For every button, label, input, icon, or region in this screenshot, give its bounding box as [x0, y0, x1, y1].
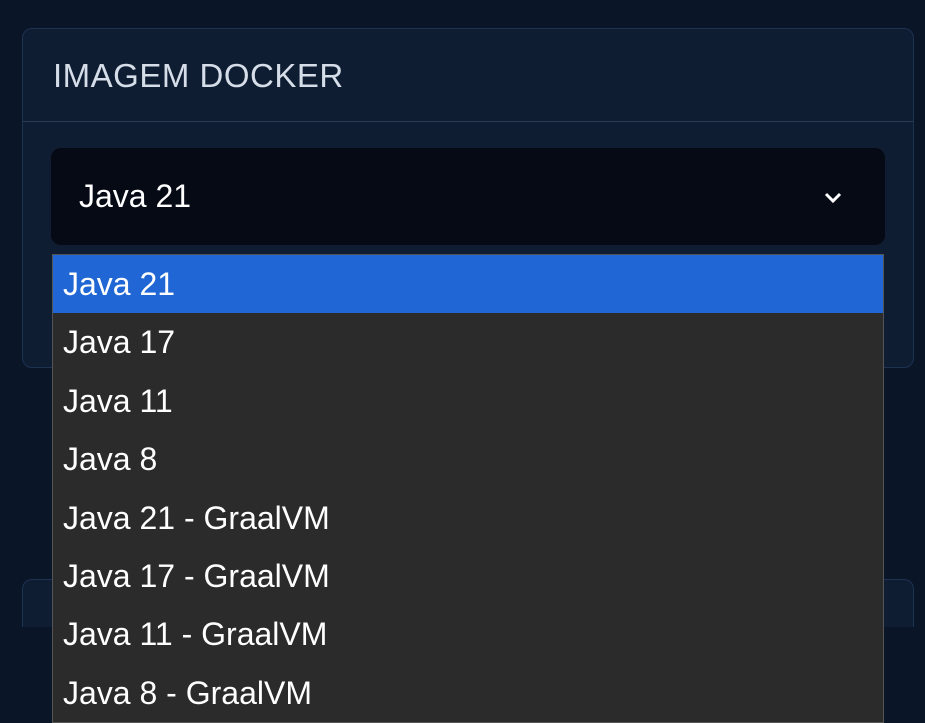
select-option[interactable]: Java 8: [53, 430, 883, 488]
select-option[interactable]: Java 11: [53, 372, 883, 430]
select-option[interactable]: Java 11 - GraalVM: [53, 605, 883, 663]
select-dropdown: Java 21Java 17Java 11Java 8Java 21 - Gra…: [52, 254, 884, 723]
chevron-down-icon: [817, 181, 849, 213]
select-option[interactable]: Java 21: [53, 255, 883, 313]
select-option[interactable]: Java 21 - GraalVM: [53, 489, 883, 547]
select-wrapper: Java 21: [23, 122, 913, 273]
select-value: Java 21: [79, 178, 191, 215]
docker-image-select[interactable]: Java 21: [51, 148, 885, 245]
select-option[interactable]: Java 17: [53, 313, 883, 371]
panel-title: IMAGEM DOCKER: [23, 29, 913, 122]
select-option[interactable]: Java 17 - GraalVM: [53, 547, 883, 605]
select-option[interactable]: Java 8 - GraalVM: [53, 664, 883, 722]
